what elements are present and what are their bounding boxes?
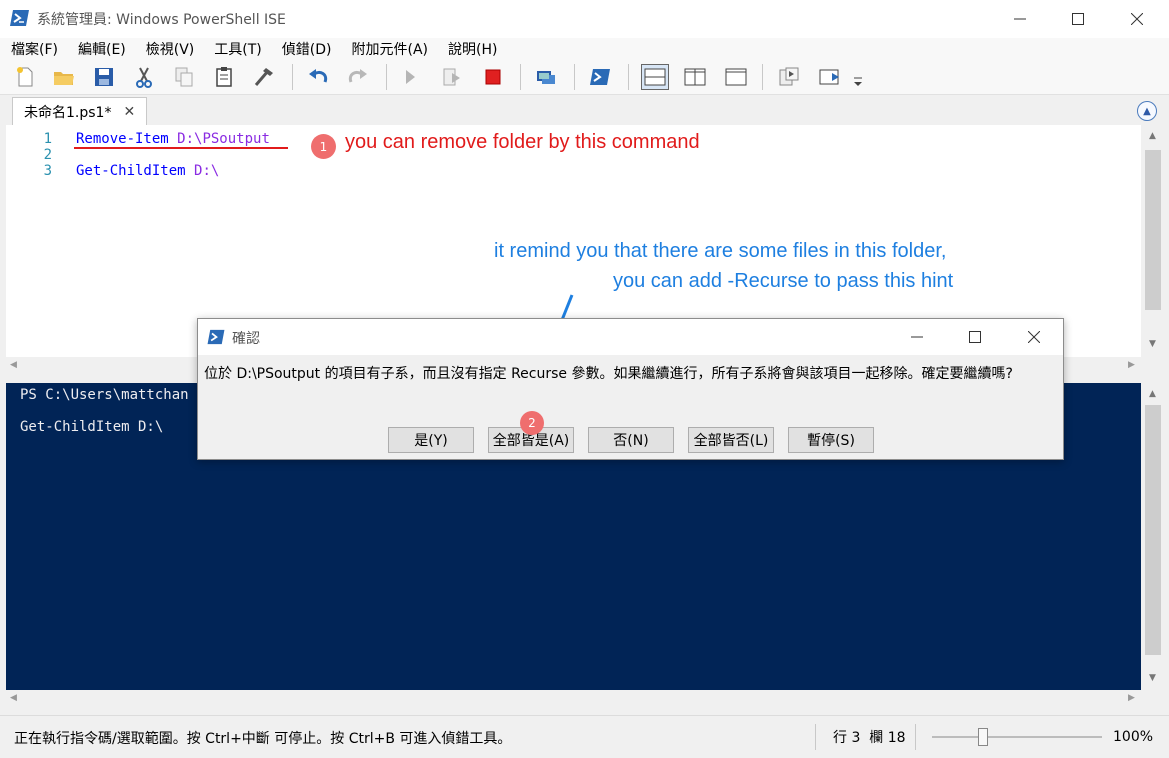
editor-vertical-scrollbar[interactable]: ▲ ▼ bbox=[1141, 125, 1165, 357]
dialog-title-bar: 確認 bbox=[198, 319, 1063, 355]
scroll-up-icon[interactable]: ▲ bbox=[1149, 389, 1156, 399]
open-folder-icon[interactable] bbox=[52, 65, 76, 89]
save-icon[interactable] bbox=[92, 65, 116, 89]
powershell-icon[interactable] bbox=[588, 65, 612, 89]
menu-file[interactable]: 檔案(F) bbox=[0, 39, 67, 59]
cmdlet-token: Remove-Item bbox=[76, 131, 169, 147]
menu-view[interactable]: 檢視(V) bbox=[135, 39, 204, 59]
paste-icon[interactable] bbox=[212, 65, 236, 89]
column-indicator: 欄 18 bbox=[869, 730, 906, 746]
cmdlet-token: Get-ChildItem bbox=[76, 163, 186, 179]
show-command-icon[interactable] bbox=[777, 65, 801, 89]
menu-edit[interactable]: 編輯(E) bbox=[67, 39, 135, 59]
new-file-icon[interactable] bbox=[13, 65, 37, 89]
tab-untitled1[interactable]: 未命名1.ps1* ✕ bbox=[12, 97, 147, 125]
cut-icon[interactable] bbox=[132, 65, 156, 89]
console-line: Get-ChildItem D:\ bbox=[20, 419, 164, 435]
menu-bar: 檔案(F) 編輯(E) 檢視(V) 工具(T) 偵錯(D) 附加元件(A) 說明… bbox=[0, 38, 1169, 60]
yes-button[interactable]: 是(Y) bbox=[388, 427, 474, 453]
minimize-button[interactable] bbox=[991, 0, 1049, 38]
menu-tools[interactable]: 工具(T) bbox=[203, 39, 270, 59]
close-button[interactable] bbox=[1108, 0, 1166, 38]
annotation-badge-2: 2 bbox=[520, 411, 544, 435]
powershell-ise-icon bbox=[10, 10, 29, 26]
line-number: 3 bbox=[43, 163, 52, 179]
dialog-maximize-button[interactable] bbox=[961, 319, 989, 355]
scroll-down-icon[interactable]: ▼ bbox=[1149, 673, 1156, 683]
dialog-minimize-button[interactable] bbox=[903, 319, 931, 355]
remote-powershell-icon[interactable] bbox=[534, 65, 558, 89]
run-selection-icon[interactable] bbox=[440, 65, 464, 89]
clear-icon[interactable] bbox=[252, 65, 276, 89]
annotation-remove-folder: you can remove folder by this command bbox=[345, 131, 700, 153]
toolbar bbox=[0, 60, 1169, 95]
run-icon[interactable] bbox=[398, 65, 422, 89]
show-addon-icon[interactable] bbox=[818, 65, 842, 89]
stop-icon[interactable] bbox=[481, 65, 505, 89]
cursor-position: 行 3 欄 18 bbox=[833, 727, 906, 747]
tab-label: 未命名1.ps1* bbox=[24, 104, 112, 121]
window-title: 系統管理員: Windows PowerShell ISE bbox=[37, 12, 286, 28]
zoom-slider-thumb[interactable] bbox=[978, 728, 988, 746]
close-icon bbox=[1131, 13, 1143, 25]
line-indicator: 行 3 bbox=[833, 730, 861, 746]
line-number: 1 bbox=[43, 131, 52, 147]
annotation-underline bbox=[74, 147, 288, 149]
menu-debug[interactable]: 偵錯(D) bbox=[271, 39, 341, 59]
maximize-button[interactable] bbox=[1049, 0, 1107, 38]
minimize-icon bbox=[911, 336, 923, 338]
layout-top-icon[interactable] bbox=[641, 64, 669, 90]
zoom-slider-track[interactable] bbox=[932, 736, 1102, 738]
code-line-1: Remove-Item D:\PSoutput bbox=[76, 131, 270, 147]
copy-icon[interactable] bbox=[172, 65, 196, 89]
annotation-hint-line2: you can add -Recurse to pass this hint bbox=[613, 270, 954, 292]
console-line: PS C:\Users\mattchan bbox=[20, 387, 189, 403]
zoom-level: 100% bbox=[1113, 729, 1154, 745]
scroll-right-icon[interactable]: ▶ bbox=[1128, 693, 1135, 703]
dialog-title: 確認 bbox=[232, 331, 260, 347]
scroll-down-icon[interactable]: ▼ bbox=[1149, 339, 1156, 349]
line-number: 2 bbox=[43, 147, 52, 163]
annotation-hint-line1: it remind you that there are some files … bbox=[494, 240, 947, 262]
scroll-right-icon[interactable]: ▶ bbox=[1128, 360, 1135, 370]
tab-close-icon[interactable]: ✕ bbox=[123, 104, 135, 120]
scrollbar-thumb[interactable] bbox=[1145, 405, 1161, 655]
maximize-icon bbox=[969, 331, 981, 343]
no-to-all-button[interactable]: 全部皆否(L) bbox=[688, 427, 774, 453]
menu-help[interactable]: 說明(H) bbox=[437, 39, 506, 59]
status-divider bbox=[915, 724, 916, 750]
minimize-icon bbox=[1014, 18, 1026, 20]
title-bar: 系統管理員: Windows PowerShell ISE bbox=[0, 0, 1169, 38]
status-message: 正在執行指令碼/選取範圍。按 Ctrl+中斷 可停止。按 Ctrl+B 可進入偵… bbox=[14, 731, 512, 747]
maximize-icon bbox=[1072, 13, 1084, 25]
redo-icon[interactable] bbox=[346, 65, 370, 89]
layout-right-icon[interactable] bbox=[683, 65, 707, 89]
annotation-badge-1: 1 bbox=[311, 134, 336, 159]
more-icon[interactable] bbox=[851, 70, 865, 90]
dialog-message: 位於 D:\PSoutput 的項目有子系，而且沒有指定 Recurse 參數。… bbox=[204, 366, 1013, 382]
code-line-3: Get-ChildItem D:\ bbox=[76, 163, 219, 179]
collapse-script-pane-button[interactable]: ▲ bbox=[1137, 101, 1157, 121]
dialog-close-button[interactable] bbox=[1020, 319, 1048, 355]
undo-icon[interactable] bbox=[306, 65, 330, 89]
scroll-up-icon[interactable]: ▲ bbox=[1149, 131, 1156, 141]
argument-token: D:\ bbox=[194, 163, 220, 179]
argument-token: D:\PSoutput bbox=[177, 131, 270, 147]
no-button[interactable]: 否(N) bbox=[588, 427, 674, 453]
console-horizontal-scrollbar[interactable]: ◀ ▶ bbox=[6, 690, 1141, 709]
suspend-button[interactable]: 暫停(S) bbox=[788, 427, 874, 453]
tab-row: 未命名1.ps1* ✕ ▲ bbox=[0, 95, 1169, 125]
layout-max-icon[interactable] bbox=[724, 65, 748, 89]
scroll-left-icon[interactable]: ◀ bbox=[10, 360, 17, 370]
close-icon bbox=[1028, 331, 1040, 343]
menu-addons[interactable]: 附加元件(A) bbox=[340, 39, 437, 59]
powershell-icon bbox=[207, 329, 225, 345]
status-bar: 正在執行指令碼/選取範圍。按 Ctrl+中斷 可停止。按 Ctrl+B 可進入偵… bbox=[0, 715, 1169, 758]
status-divider bbox=[815, 724, 816, 750]
scrollbar-thumb[interactable] bbox=[1145, 150, 1161, 310]
chevron-up-icon: ▲ bbox=[1143, 105, 1151, 117]
console-vertical-scrollbar[interactable]: ▲ ▼ bbox=[1141, 383, 1165, 690]
scroll-left-icon[interactable]: ◀ bbox=[10, 693, 17, 703]
confirm-dialog: 確認 位於 D:\PSoutput 的項目有子系，而且沒有指定 Recurse … bbox=[197, 318, 1064, 460]
